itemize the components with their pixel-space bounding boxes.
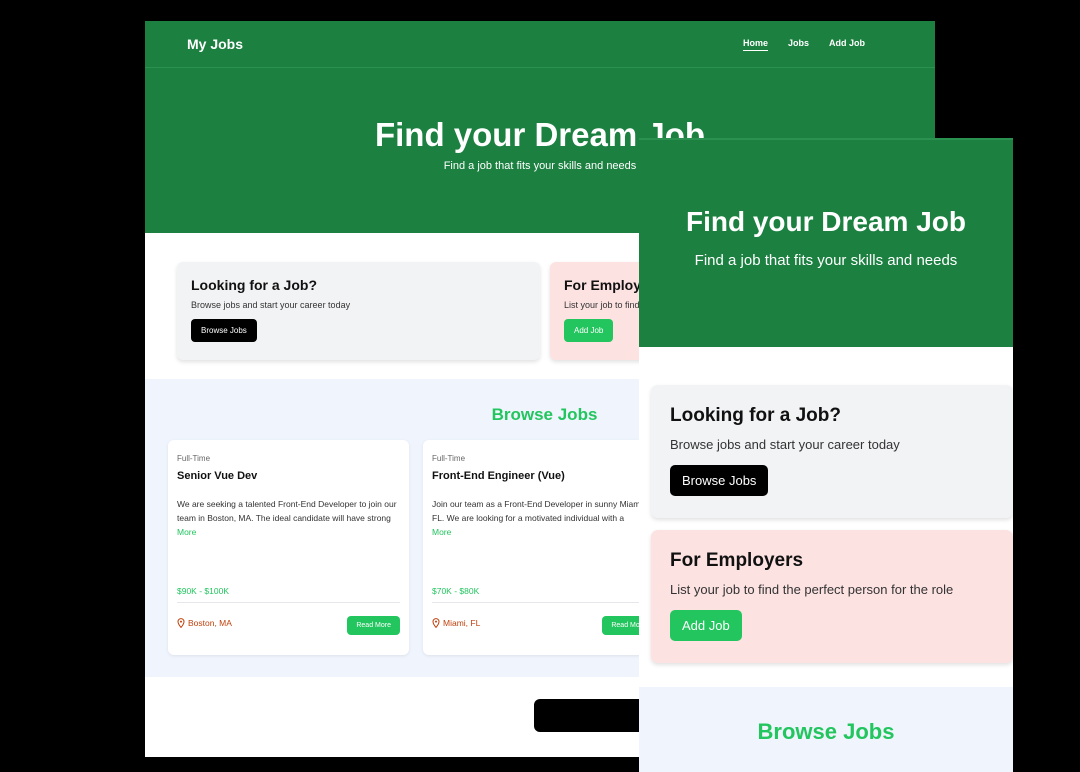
hero-subtitle: Find a job that fits your skills and nee…: [694, 252, 958, 269]
hero-title: Find your Dream Job: [685, 206, 967, 237]
map-pin-icon: [177, 618, 185, 628]
location-text: Miami, FL: [443, 618, 481, 628]
card-title: Looking for a Job?: [191, 277, 317, 293]
card-text: Browse jobs and start your career today: [191, 300, 351, 310]
job-type: Full-Time: [177, 454, 211, 463]
job-salary: $90K - $100K: [177, 586, 229, 596]
divider: [177, 602, 400, 603]
card-text: List your job to find the perfect person…: [670, 582, 954, 597]
job-description: Join our team as a Front-End Developer i…: [432, 499, 645, 523]
add-job-button[interactable]: Add Job: [564, 319, 614, 342]
mobile-hero: Find your Dream Job Find a job that fits…: [639, 138, 1013, 347]
nav-home[interactable]: Home: [742, 38, 768, 51]
map-pin-icon: [432, 618, 440, 628]
add-job-button[interactable]: Add Job: [670, 610, 742, 641]
nav-jobs[interactable]: Jobs: [788, 38, 809, 51]
job-title: Front-End Engineer (Vue): [432, 470, 565, 482]
job-location: Miami, FL: [432, 618, 480, 628]
browse-jobs-button[interactable]: Browse Jobs: [191, 319, 257, 342]
employer-card: For Employers List your job to find the …: [651, 530, 1013, 663]
brand-logo[interactable]: My Jobs: [187, 36, 243, 52]
divider: [432, 602, 655, 603]
job-seeker-card: Looking for a Job? Browse jobs and start…: [651, 385, 1013, 518]
job-title: Senior Vue Dev: [177, 470, 258, 482]
card-text: Browse jobs and start your career today: [670, 437, 900, 452]
job-card: Full-Time Senior Vue Dev We are seeking …: [168, 440, 409, 655]
card-title: Looking for a Job?: [670, 405, 841, 426]
navbar: My Jobs Home Jobs Add Job: [145, 21, 935, 68]
job-seeker-card: Looking for a Job? Browse jobs and start…: [177, 262, 540, 360]
read-more-button[interactable]: Read More: [347, 616, 400, 635]
location-text: Boston, MA: [188, 618, 232, 628]
job-salary: $70K - $80K: [432, 586, 480, 596]
nav-links: Home Jobs Add Job: [742, 38, 865, 51]
browse-jobs-button[interactable]: Browse Jobs: [670, 465, 769, 496]
more-link[interactable]: More: [432, 527, 655, 537]
mobile-view: Find your Dream Job Find a job that fits…: [639, 138, 1013, 772]
job-location: Boston, MA: [177, 618, 232, 628]
employer-card: For Employers List your job to find the …: [550, 262, 650, 360]
card-title: For Employers: [670, 550, 804, 571]
card-title: For Employers: [564, 277, 650, 293]
job-card: Full-Time Front-End Engineer (Vue) Join …: [423, 440, 664, 655]
browse-jobs-title: Browse Jobs: [757, 719, 895, 744]
nav-add-job[interactable]: Add Job: [829, 38, 865, 51]
more-link[interactable]: More: [177, 527, 400, 537]
browse-jobs-section: Browse Jobs: [639, 687, 1013, 772]
job-type: Full-Time: [432, 454, 466, 463]
job-description: We are seeking a talented Front-End Deve…: [177, 499, 397, 523]
card-text: List your job to find the perfect person…: [564, 300, 650, 310]
